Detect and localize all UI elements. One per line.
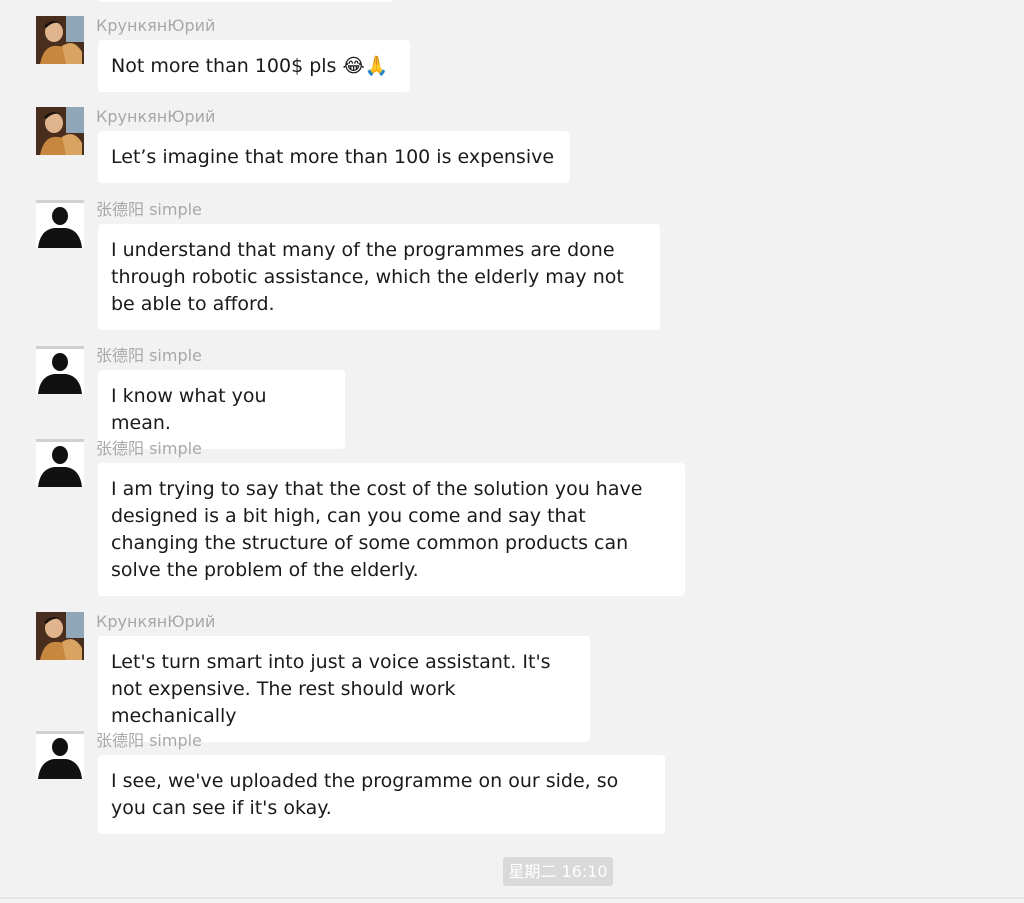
sender-name: 张德阳 simple bbox=[96, 200, 202, 219]
sender-name: 张德阳 simple bbox=[96, 346, 202, 365]
avatar-yuri-icon bbox=[36, 612, 84, 660]
previous-message-bubble-edge bbox=[97, 0, 393, 2]
message-bubble[interactable]: Let's turn smart into just a voice assis… bbox=[98, 636, 590, 742]
sender-name: КрункянЮрий bbox=[96, 612, 216, 631]
avatar-zhang[interactable] bbox=[36, 200, 84, 248]
sender-name: 张德阳 simple bbox=[96, 439, 202, 458]
avatar-zhang[interactable] bbox=[36, 439, 84, 487]
sender-name: КрункянЮрий bbox=[96, 107, 216, 126]
sender-name: 张德阳 simple bbox=[96, 731, 202, 750]
avatar-zhang-icon bbox=[36, 439, 84, 487]
avatar-zhang-icon bbox=[36, 731, 84, 779]
avatar-yuri[interactable] bbox=[36, 612, 84, 660]
avatar-zhang-icon bbox=[36, 346, 84, 394]
avatar-zhang[interactable] bbox=[36, 346, 84, 394]
message-bubble[interactable]: I know what you mean. bbox=[98, 370, 345, 449]
sender-name: КрункянЮрий bbox=[96, 16, 216, 35]
message-bubble[interactable]: I understand that many of the programmes… bbox=[98, 224, 660, 330]
avatar-zhang-icon bbox=[36, 200, 84, 248]
message-bubble[interactable]: I see, we've uploaded the programme on o… bbox=[98, 755, 665, 834]
message-bubble[interactable]: Not more than 100$ pls 😂🙏 bbox=[98, 40, 410, 92]
divider bbox=[0, 897, 1024, 899]
avatar-yuri[interactable] bbox=[36, 16, 84, 64]
avatar-yuri-icon bbox=[36, 107, 84, 155]
avatar-yuri-icon bbox=[36, 16, 84, 64]
avatar-zhang[interactable] bbox=[36, 731, 84, 779]
message-bubble[interactable]: Let’s imagine that more than 100 is expe… bbox=[98, 131, 570, 183]
message-bubble[interactable]: I am trying to say that the cost of the … bbox=[98, 463, 685, 596]
timestamp-separator: 星期二 16:10 bbox=[503, 857, 613, 886]
avatar-yuri[interactable] bbox=[36, 107, 84, 155]
